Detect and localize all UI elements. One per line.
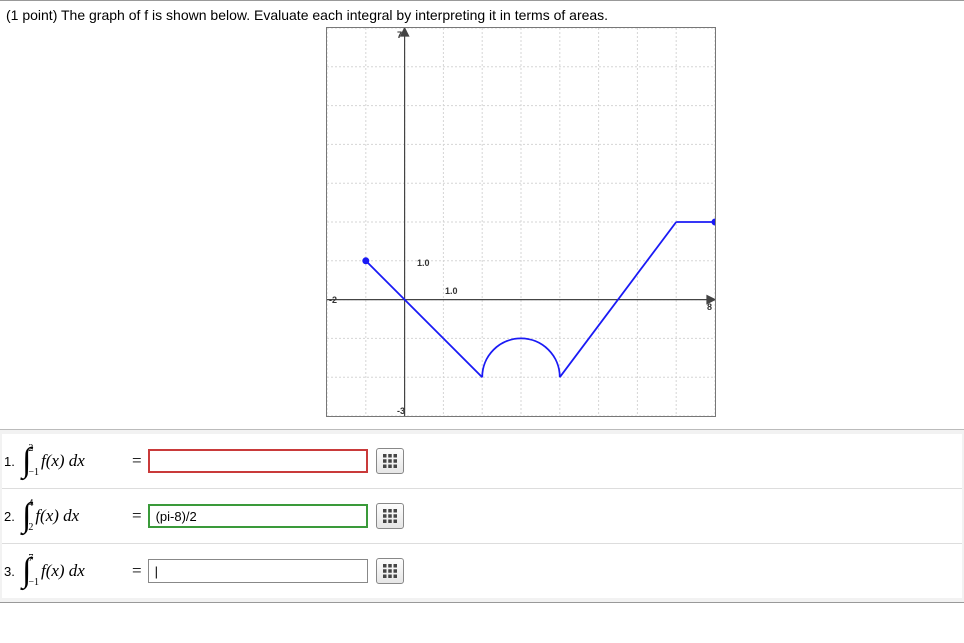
keypad-button-1[interactable] [376, 448, 404, 474]
question-row-3: 3. ∫ 7 −1 f(x) dx = [2, 544, 962, 598]
integral-expr-3: ∫ 7 −1 f(x) dx [22, 554, 120, 588]
keypad-button-3[interactable] [376, 558, 404, 584]
question-row-2: 2. ∫ 4 2 f(x) dx = [2, 489, 962, 544]
integral-expr-1: ∫ 2 −1 f(x) dx [22, 444, 120, 478]
question-number: 1. [4, 454, 22, 469]
keypad-button-2[interactable] [376, 503, 404, 529]
answer-input-2[interactable] [148, 504, 368, 528]
tick-y-7: 7 [397, 30, 402, 40]
question-row-1: 1. ∫ 2 −1 f(x) dx = [2, 434, 962, 489]
answer-section: 1. ∫ 2 −1 f(x) dx = 2. ∫ 4 [0, 429, 964, 602]
tick-x-1: 1.0 [445, 286, 458, 296]
tick-x-neg2: -2 [329, 295, 337, 305]
answer-input-3[interactable] [148, 559, 368, 583]
prompt-text: The graph of f is shown below. Evaluate … [61, 7, 608, 23]
question-number: 3. [4, 564, 22, 579]
graph-plot: 1.0 1.0 -2 -3 7 8 [326, 27, 716, 417]
tick-x-8: 8 [707, 302, 712, 312]
question-prompt: (1 point) The graph of f is shown below.… [6, 7, 956, 23]
question-number: 2. [4, 509, 22, 524]
integral-expr-2: ∫ 4 2 f(x) dx [22, 499, 120, 533]
tick-y-1: 1.0 [417, 258, 430, 268]
tick-y-neg3: -3 [397, 406, 405, 416]
points-label: (1 point) [6, 7, 57, 23]
answer-input-1[interactable] [148, 449, 368, 473]
